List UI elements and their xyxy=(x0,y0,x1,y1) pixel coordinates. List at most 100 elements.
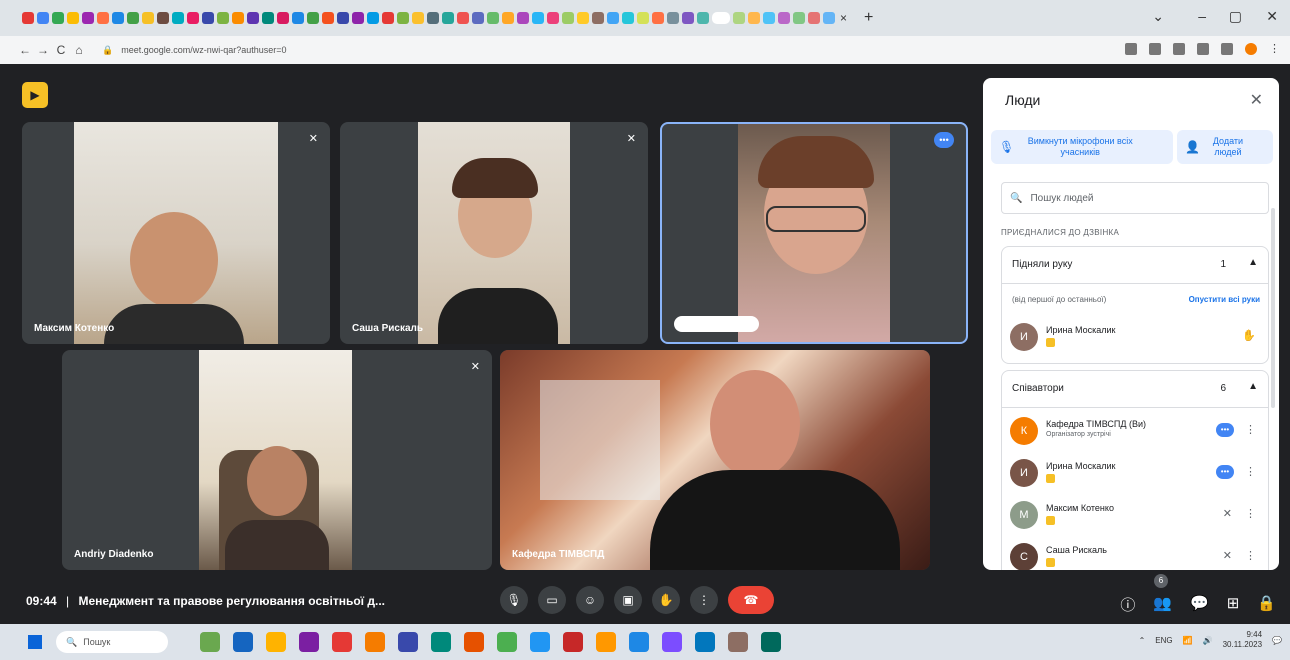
browser-tab[interactable] xyxy=(793,12,805,24)
browser-tab[interactable] xyxy=(22,12,34,24)
activities-icon[interactable]: ⊞ xyxy=(1227,594,1240,615)
lock-icon[interactable]: 🔒 xyxy=(102,45,113,56)
chevron-up-icon[interactable]: ▲ xyxy=(1248,257,1258,268)
new-tab-button[interactable]: + xyxy=(864,9,873,27)
browser-tab[interactable] xyxy=(457,12,469,24)
browser-tab[interactable] xyxy=(532,12,544,24)
more-options-icon[interactable]: ⋮ xyxy=(1245,549,1256,562)
host-controls-icon[interactable]: 🔒 xyxy=(1257,594,1276,615)
browser-tab[interactable] xyxy=(52,12,64,24)
taskbar-app-icon[interactable] xyxy=(431,632,451,652)
panel-close-button[interactable]: ✕ xyxy=(1250,90,1263,110)
participant-row[interactable]: И Ирина Москалик ••• ⋮ xyxy=(1010,457,1264,493)
profile-avatar[interactable] xyxy=(1245,42,1257,55)
more-options-icon[interactable]: ⋮ xyxy=(1245,507,1256,520)
search-people-input[interactable]: 🔍 Пошук людей xyxy=(1001,182,1269,214)
sidebar-icon[interactable] xyxy=(1221,42,1233,55)
more-options-icon[interactable]: ⋮ xyxy=(1245,423,1256,436)
hand-raised-icon[interactable]: ✋ xyxy=(1242,329,1256,342)
home-button[interactable]: ⌂ xyxy=(70,43,88,57)
meeting-details-icon[interactable]: ⓘ xyxy=(1120,594,1135,615)
panel-scrollbar[interactable] xyxy=(1271,208,1275,408)
active-tab[interactable] xyxy=(712,12,730,24)
raise-hand-button[interactable]: ✋ xyxy=(652,586,680,614)
browser-tab[interactable] xyxy=(307,12,319,24)
browser-tab[interactable] xyxy=(733,12,745,24)
maximize-button[interactable]: ▢ xyxy=(1229,8,1242,25)
extension-icon[interactable] xyxy=(1125,42,1137,55)
browser-tab[interactable] xyxy=(142,12,154,24)
notifications-icon[interactable]: 💬 xyxy=(1272,636,1282,645)
taskbar-app-icon[interactable] xyxy=(761,632,781,652)
browser-menu-icon[interactable]: ⋮ xyxy=(1269,42,1280,55)
taskbar-app-icon[interactable] xyxy=(398,632,418,652)
taskbar-app-icon[interactable] xyxy=(200,632,220,652)
taskbar-app-icon[interactable] xyxy=(530,632,550,652)
taskbar-app-icon[interactable] xyxy=(266,632,286,652)
chat-icon[interactable]: 💬 xyxy=(1190,594,1209,615)
more-options-icon[interactable]: ⋮ xyxy=(1245,465,1256,478)
microphone-button[interactable]: 🎙 xyxy=(500,586,528,614)
participant-row[interactable]: К Кафедра ТІМВСПД (Ви) Організатор зустр… xyxy=(1010,415,1264,451)
people-icon[interactable]: 👥 xyxy=(1153,594,1172,615)
browser-tab[interactable] xyxy=(592,12,604,24)
puzzle-icon[interactable] xyxy=(1197,42,1209,55)
browser-tab[interactable] xyxy=(562,12,574,24)
participant-tile[interactable]: Саша Рискаль ✕ xyxy=(340,122,648,344)
minimize-button[interactable]: – xyxy=(1198,8,1206,24)
participant-row[interactable]: С Саша Рискаль ✕ ⋮ xyxy=(1010,541,1264,570)
tab-list-chevron-icon[interactable]: ⌄ xyxy=(1152,8,1164,25)
browser-tab[interactable] xyxy=(442,12,454,24)
browser-tab[interactable] xyxy=(577,12,589,24)
browser-tab[interactable] xyxy=(823,12,835,24)
taskbar-search[interactable]: 🔍 Пошук xyxy=(56,631,168,653)
chevron-up-icon[interactable]: ▲ xyxy=(1248,381,1258,392)
browser-tab[interactable] xyxy=(112,12,124,24)
browser-tab[interactable] xyxy=(262,12,274,24)
volume-icon[interactable]: 🔊 xyxy=(1203,636,1213,645)
participant-tile-speaking[interactable]: Ирина Москалик ••• xyxy=(660,122,968,344)
browser-tab[interactable] xyxy=(517,12,529,24)
taskbar-app-icon[interactable] xyxy=(464,632,484,652)
browser-tab[interactable] xyxy=(352,12,364,24)
present-button[interactable]: ▣ xyxy=(614,586,642,614)
browser-tab[interactable] xyxy=(487,12,499,24)
taskbar-app-icon[interactable] xyxy=(728,632,748,652)
emoji-button[interactable]: ☺ xyxy=(576,586,604,614)
mute-all-button[interactable]: 🎙 Вимкнути мікрофони всіх учасників xyxy=(991,130,1173,164)
browser-tab[interactable] xyxy=(748,12,760,24)
more-options-icon[interactable]: ••• xyxy=(934,132,954,148)
browser-tab[interactable] xyxy=(763,12,775,24)
taskbar-app-icon[interactable] xyxy=(233,632,253,652)
browser-tab[interactable] xyxy=(157,12,169,24)
browser-tab[interactable] xyxy=(607,12,619,24)
browser-tab[interactable] xyxy=(652,12,664,24)
browser-tab[interactable] xyxy=(97,12,109,24)
taskbar-app-icon[interactable] xyxy=(332,632,352,652)
reload-button[interactable]: C xyxy=(52,43,70,57)
browser-tab[interactable] xyxy=(427,12,439,24)
browser-tab[interactable] xyxy=(667,12,679,24)
participant-tile[interactable]: Кафедра ТІМВСПД xyxy=(500,350,930,570)
add-people-button[interactable]: 👤 Додати людей xyxy=(1177,130,1273,164)
taskbar-clock[interactable]: 9:44 30.11.2023 xyxy=(1223,630,1262,650)
participant-tile[interactable]: Andriy Diadenko ✕ xyxy=(62,350,492,570)
browser-tab[interactable] xyxy=(502,12,514,24)
browser-tab[interactable] xyxy=(778,12,790,24)
end-call-button[interactable]: ☎ xyxy=(728,586,774,614)
taskbar-app-icon[interactable] xyxy=(299,632,319,652)
browser-tab[interactable] xyxy=(472,12,484,24)
camera-button[interactable]: ▭ xyxy=(538,586,566,614)
taskbar-app-icon[interactable] xyxy=(629,632,649,652)
browser-tab[interactable] xyxy=(808,12,820,24)
browser-tab[interactable] xyxy=(202,12,214,24)
browser-tab[interactable] xyxy=(127,12,139,24)
taskbar-app-icon[interactable] xyxy=(365,632,385,652)
browser-tab[interactable] xyxy=(622,12,634,24)
browser-tab[interactable] xyxy=(337,12,349,24)
taskbar-app-icon[interactable] xyxy=(596,632,616,652)
chevron-up-icon[interactable]: ⌃ xyxy=(1139,636,1146,645)
participant-row[interactable]: М Максим Котенко ✕ ⋮ xyxy=(1010,499,1264,535)
more-options-button[interactable]: ⋮ xyxy=(690,586,718,614)
browser-tab[interactable] xyxy=(37,12,49,24)
